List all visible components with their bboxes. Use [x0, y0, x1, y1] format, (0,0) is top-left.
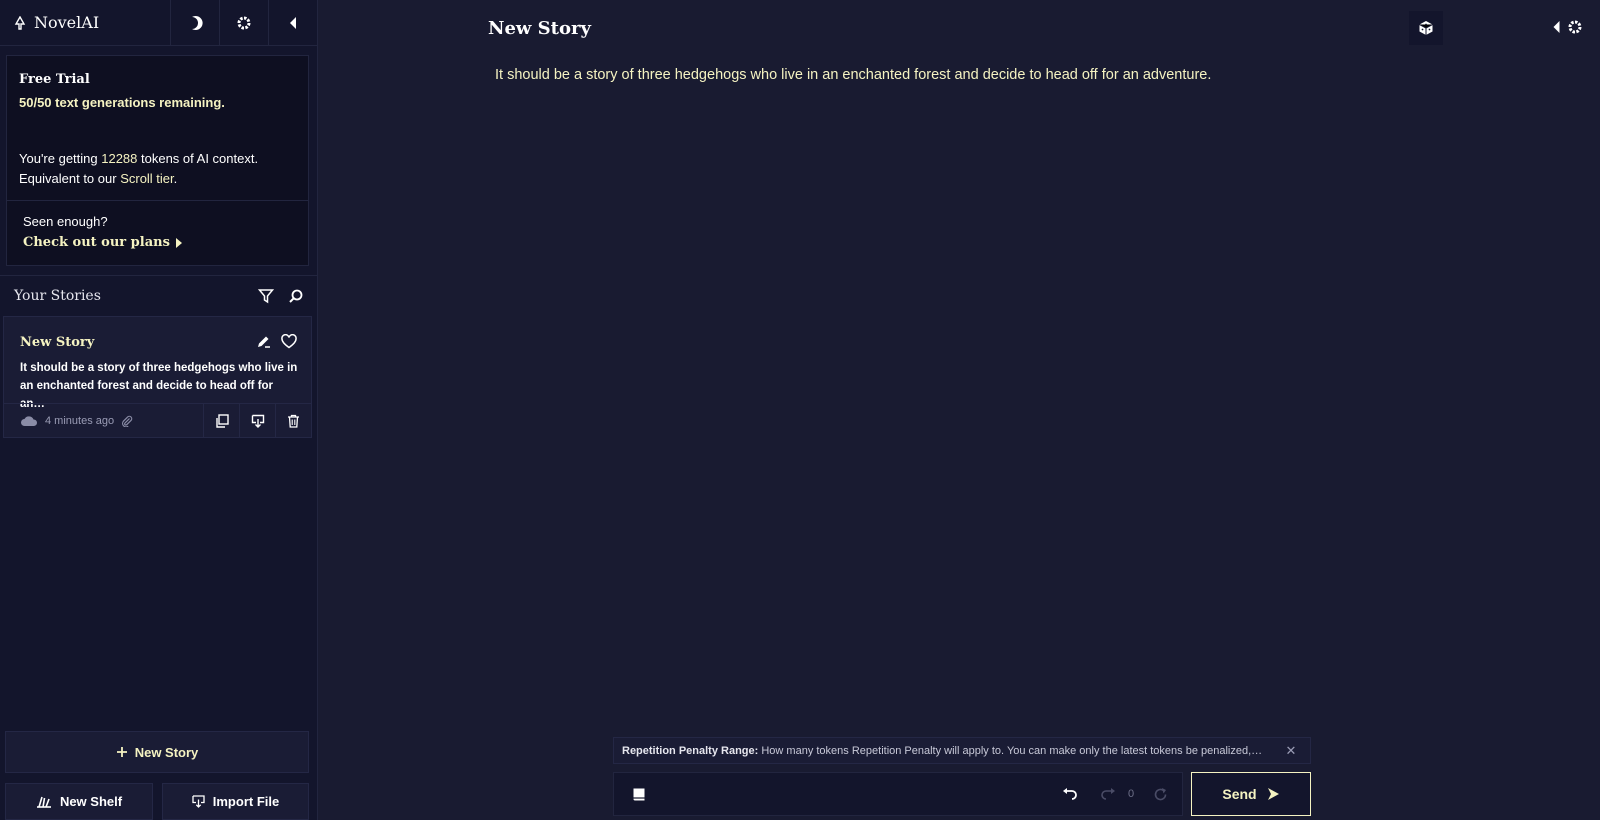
duplicate-icon	[215, 413, 229, 428]
check-plans-label: Check out our plans	[23, 235, 170, 250]
import-file-button[interactable]: Import File	[162, 783, 309, 820]
story-card[interactable]: New Story It should be a story of three …	[3, 316, 312, 438]
trial-remaining: 50/50 text generations remaining.	[19, 95, 225, 110]
tip-text: Repetition Penalty Range: How many token…	[622, 745, 1280, 757]
send-arrow-icon	[1267, 787, 1280, 801]
seen-enough-text: Seen enough?	[23, 214, 108, 229]
tip-body: How many tokens Repetition Penalty will …	[758, 744, 1263, 757]
plus-icon	[116, 746, 128, 758]
novelai-quill-icon	[14, 15, 26, 30]
tokens-prefix: You're getting	[19, 151, 102, 166]
export-story-button[interactable]	[239, 403, 275, 438]
lorebook-button[interactable]	[614, 787, 664, 802]
trash-icon	[287, 414, 300, 428]
export-icon	[251, 414, 265, 428]
trial-divider	[7, 200, 308, 201]
import-icon	[192, 795, 205, 808]
tip-bar: Repetition Penalty Range: How many token…	[613, 737, 1311, 764]
send-label: Send	[1222, 786, 1257, 802]
tip-label: Repetition Penalty Range:	[622, 744, 759, 757]
editor-story-text[interactable]: It should be a story of three hedgehogs …	[495, 67, 1211, 83]
book-icon	[632, 787, 646, 802]
paperclip-icon	[121, 415, 133, 427]
redo-button[interactable]	[1092, 788, 1124, 800]
equiv-suffix: .	[173, 171, 178, 186]
caret-right-icon	[175, 237, 183, 249]
edit-icon[interactable]	[256, 334, 271, 349]
story-settings-gear-icon[interactable]	[1567, 19, 1583, 35]
trial-title: Free Trial	[19, 72, 90, 87]
search-icon[interactable]	[288, 288, 304, 304]
free-trial-panel: Free Trial 50/50 text generations remain…	[6, 55, 309, 266]
check-plans-link[interactable]: Check out our plans	[23, 235, 183, 250]
sidebar-topbar: NovelAI	[0, 0, 317, 46]
equiv-prefix: Equivalent to our	[19, 171, 121, 186]
caret-left-icon	[288, 16, 298, 30]
story-time: 4 minutes ago	[45, 414, 115, 427]
import-file-label: Import File	[212, 794, 280, 809]
input-bar: 0	[613, 772, 1183, 816]
tokens-suffix: tokens of AI context.	[137, 151, 259, 166]
tokens-value: 12288	[101, 151, 138, 166]
random-button[interactable]	[1409, 11, 1443, 45]
redo-icon	[1100, 788, 1116, 800]
dice-icon	[1418, 20, 1434, 36]
app-name: NovelAI	[34, 13, 100, 32]
gear-icon	[236, 15, 252, 31]
shelf-icon	[36, 795, 52, 808]
retry-button[interactable]	[1138, 787, 1182, 802]
your-stories-label: Your Stories	[14, 287, 101, 304]
new-shelf-label: New Shelf	[59, 794, 123, 809]
new-shelf-button[interactable]: New Shelf	[5, 783, 153, 820]
cloud-icon	[20, 415, 38, 427]
retry-icon	[1153, 787, 1168, 802]
close-tip-icon[interactable]: ✕	[1280, 743, 1302, 759]
redo-count: 0	[1127, 788, 1135, 800]
heart-icon[interactable]	[281, 334, 297, 349]
new-story-label: New Story	[134, 744, 199, 760]
sidebar: NovelAI Free Trial 50/50 text generation…	[0, 0, 318, 820]
expand-right-panel-icon[interactable]	[1552, 20, 1561, 34]
your-stories-header: Your Stories	[0, 275, 318, 315]
collapse-sidebar-button[interactable]	[268, 0, 317, 45]
undo-icon	[1062, 788, 1078, 800]
story-card-title: New Story	[20, 335, 95, 350]
moon-icon	[187, 15, 203, 31]
settings-button[interactable]	[219, 0, 268, 45]
undo-button[interactable]	[1048, 788, 1092, 800]
right-panel-controls	[1552, 19, 1583, 35]
editor-story-title[interactable]: New Story	[488, 18, 591, 39]
send-button[interactable]: Send	[1191, 772, 1311, 816]
trial-tokens-info: You're getting 12288 tokens of AI contex…	[19, 149, 258, 189]
theme-toggle-button[interactable]	[170, 0, 219, 45]
duplicate-story-button[interactable]	[203, 403, 239, 438]
story-card-footer: 4 minutes ago	[4, 403, 311, 438]
delete-story-button[interactable]	[275, 403, 311, 438]
equiv-tier: Scroll tier	[120, 171, 174, 186]
filter-icon[interactable]	[258, 288, 274, 304]
new-story-button[interactable]: New Story	[5, 731, 309, 773]
app-logo: NovelAI	[0, 0, 170, 45]
